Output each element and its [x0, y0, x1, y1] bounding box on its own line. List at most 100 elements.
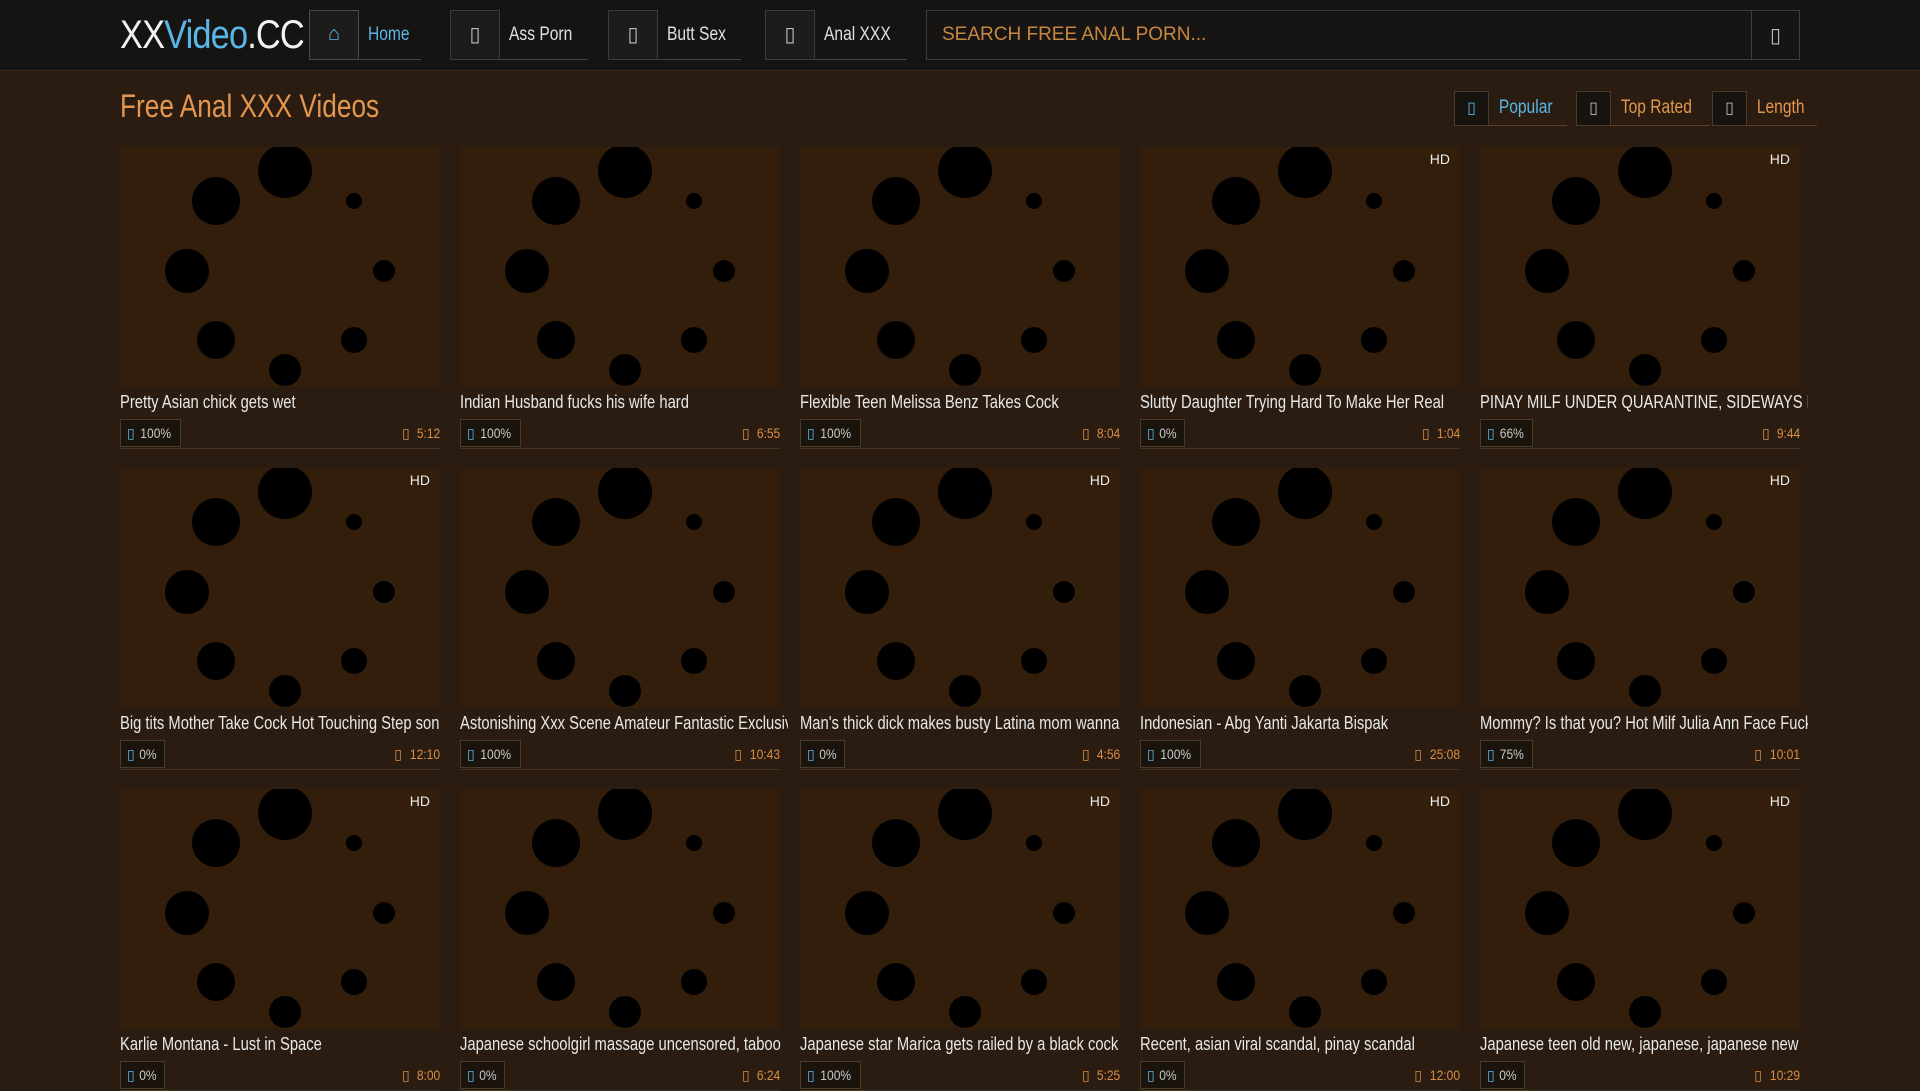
nav-item-anal-xxx[interactable]: ▯ Anal XXX — [765, 9, 908, 60]
video-title[interactable]: Indian Husband fucks his wife hard — [460, 392, 788, 413]
video-title[interactable]: PINAY MILF UNDER QUARANTINE, SIDEWAYS FU… — [1480, 392, 1808, 413]
thumbs-up-icon: ▯ — [127, 424, 135, 441]
video-title[interactable]: Karlie Montana - Lust in Space — [120, 1034, 448, 1055]
video-card[interactable]: Pretty Asian chick gets wet ▯ 100% ▯ 5:12 — [120, 147, 440, 449]
nav-item-butt-sex[interactable]: ▯ Butt Sex — [608, 9, 741, 60]
hd-badge: HD — [1429, 151, 1450, 167]
video-card[interactable]: HD Japanese teen old new, japanese, japan… — [1480, 789, 1800, 1091]
video-thumbnail[interactable]: HD — [1480, 147, 1800, 387]
video-title[interactable]: Big tits Mother Take Cock Hot Touching S… — [120, 713, 448, 734]
video-thumbnail[interactable] — [460, 468, 780, 708]
sort-length[interactable]: ▯ Length — [1712, 90, 1818, 126]
video-thumbnail[interactable]: HD — [800, 789, 1120, 1029]
video-thumbnail[interactable]: HD — [1480, 468, 1800, 708]
video-thumbnail[interactable]: HD — [800, 468, 1120, 708]
duration: ▯ 8:04 — [1082, 425, 1120, 442]
video-card[interactable]: Astonishing Xxx Scene Amateur Fantastic … — [460, 468, 788, 770]
video-card[interactable]: HD Recent, asian viral scandal, pinay sca… — [1140, 789, 1460, 1091]
video-thumbnail[interactable] — [120, 147, 440, 387]
video-thumbnail[interactable]: HD — [1140, 789, 1460, 1029]
video-card[interactable]: Flexible Teen Melissa Benz Takes Cock ▯ 10… — [800, 147, 1120, 449]
video-card[interactable]: HD Japanese star Marica gets railed by a … — [800, 789, 1120, 1091]
video-title[interactable]: Recent, asian viral scandal, pinay scand… — [1140, 1034, 1468, 1055]
clock-icon: ▯ — [394, 746, 402, 762]
rating-value: 100% — [820, 425, 851, 441]
sort-label: Top Rated — [1620, 97, 1692, 118]
search-input[interactable] — [927, 11, 1751, 59]
video-meta: ▯ 100% ▯ 8:04 — [800, 419, 1120, 449]
video-thumbnail[interactable] — [460, 147, 780, 387]
site-header: XXVideo.CC ⌂ Home ▯ Ass Porn ▯ Butt Sex … — [0, 0, 1920, 71]
video-thumbnail[interactable]: HD — [1480, 789, 1800, 1029]
hd-badge: HD — [1769, 793, 1790, 809]
video-card[interactable]: HD Big tits Mother Take Cock Hot Touching… — [120, 468, 440, 770]
thumbs-up-icon: ▯ — [1147, 424, 1155, 441]
video-thumbnail[interactable]: HD — [120, 468, 440, 708]
video-meta: ▯ 100% ▯ 6:55 — [460, 419, 780, 449]
clock-icon: ▯ — [742, 1067, 750, 1083]
duration: ▯ 6:55 — [742, 425, 780, 442]
duration: ▯ 4:56 — [1082, 746, 1120, 763]
nav-item-label: Anal XXX — [824, 23, 891, 45]
video-title[interactable]: Man's thick dick makes busty Latina mom … — [800, 713, 1128, 734]
rating-badge: ▯ 0% — [1140, 1061, 1185, 1089]
duration-value: 8:04 — [1096, 425, 1120, 441]
clock-icon: ▯ — [1422, 425, 1430, 441]
home-icon: ⌂ — [309, 9, 359, 60]
video-title[interactable]: Japanese schoolgirl massage uncensored, … — [460, 1034, 788, 1055]
rating-value: 100% — [140, 425, 171, 441]
nav-item-ass-porn[interactable]: ▯ Ass Porn — [450, 9, 589, 60]
video-card[interactable]: HD Man's thick dick makes busty Latina mo… — [800, 468, 1120, 770]
video-title[interactable]: Astonishing Xxx Scene Amateur Fantastic … — [460, 713, 788, 734]
sort-popular[interactable]: ▯ Popular — [1454, 90, 1567, 126]
hd-badge: HD — [1769, 472, 1790, 488]
video-card[interactable]: Indian Husband fucks his wife hard ▯ 100% ▯… — [460, 147, 780, 449]
tag-icon: ▯ — [608, 9, 658, 60]
duration-value: 1:04 — [1436, 425, 1460, 441]
thumbs-up-icon: ▯ — [467, 1066, 475, 1083]
video-thumbnail[interactable]: HD — [120, 789, 440, 1029]
video-title[interactable]: Mommy? Is that you? Hot Milf Julia Ann F… — [1480, 713, 1808, 734]
duration: ▯ 5:12 — [402, 425, 440, 442]
video-title[interactable]: Japanese star Marica gets railed by a bl… — [800, 1034, 1128, 1055]
video-thumbnail[interactable] — [1140, 468, 1460, 708]
video-card[interactable]: HD Slutty Daughter Trying Hard To Make He… — [1140, 147, 1460, 449]
hd-badge: HD — [1089, 793, 1110, 809]
rating-value: 0% — [1498, 1067, 1517, 1083]
video-title[interactable]: Pretty Asian chick gets wet — [120, 392, 448, 413]
clock-icon: ▯ — [1754, 746, 1762, 762]
rating-badge: ▯ 100% — [120, 419, 181, 447]
hd-badge: HD — [1429, 793, 1450, 809]
video-title[interactable]: Slutty Daughter Trying Hard To Make Her … — [1140, 392, 1468, 413]
duration-value: 12:00 — [1429, 1067, 1460, 1083]
video-thumbnail[interactable]: HD — [1140, 147, 1460, 387]
search-button[interactable]: ▯ — [1751, 11, 1799, 59]
clock-icon: ▯ — [1082, 1067, 1090, 1083]
video-meta: ▯ 100% ▯ 25:08 — [1140, 740, 1460, 770]
video-title[interactable]: Japanese teen old new, japanese, japanes… — [1480, 1034, 1808, 1055]
video-card[interactable]: HD PINAY MILF UNDER QUARANTINE, SIDEWAYS … — [1480, 147, 1808, 449]
clock-icon: ▯ — [734, 746, 742, 762]
duration-value: 10:01 — [1769, 746, 1800, 762]
video-thumbnail[interactable] — [460, 789, 780, 1029]
video-meta: ▯ 0% ▯ 12:10 — [120, 740, 440, 770]
video-card[interactable]: HD Karlie Montana - Lust in Space ▯ 0% ▯ 8:00 — [120, 789, 440, 1091]
video-meta: ▯ 100% ▯ 10:43 — [460, 740, 780, 770]
video-thumbnail[interactable] — [800, 147, 1120, 387]
site-logo[interactable]: XXVideo.CC — [120, 12, 305, 58]
tag-icon: ▯ — [765, 9, 815, 60]
rating-value: 66% — [1499, 425, 1524, 441]
rating-value: 100% — [480, 746, 511, 762]
video-card[interactable]: HD Mommy? Is that you? Hot Milf Julia Ann… — [1480, 468, 1808, 770]
logo-part-3: .CC — [247, 13, 305, 57]
sort-top-rated[interactable]: ▯ Top Rated — [1576, 90, 1710, 126]
video-card[interactable]: Indonesian - Abg Yanti Jakarta Bispak ▯ 10… — [1140, 468, 1460, 770]
search-bar: ▯ — [926, 10, 1800, 60]
duration-value: 10:43 — [749, 746, 780, 762]
video-card[interactable]: Japanese schoolgirl massage uncensored, … — [460, 789, 781, 1091]
video-title[interactable]: Flexible Teen Melissa Benz Takes Cock — [800, 392, 1128, 413]
nav-item-home[interactable]: ⌂ Home — [309, 9, 421, 60]
star-icon: ▯ — [1576, 90, 1611, 126]
video-title[interactable]: Indonesian - Abg Yanti Jakarta Bispak — [1140, 713, 1468, 734]
clock-icon: ▯ — [1762, 425, 1770, 441]
